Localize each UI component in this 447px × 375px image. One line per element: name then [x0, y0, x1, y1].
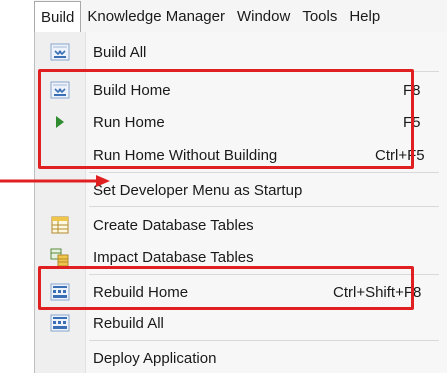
menu-separator: [89, 71, 439, 72]
menu-bar: Build Knowledge Manager Window Tools Hel…: [34, 0, 447, 33]
menu-item-shortcut: F5: [403, 113, 421, 131]
menu-item-build-home[interactable]: Build Home F8: [35, 73, 447, 107]
menu-item-deploy-application[interactable]: Deploy Application: [35, 341, 447, 375]
menu-item-run-home-without-building[interactable]: Run Home Without Building Ctrl+F5: [35, 138, 447, 172]
play-icon: [50, 112, 70, 132]
menu-window[interactable]: Window: [231, 0, 296, 32]
menu-item-rebuild-home[interactable]: Rebuild Home Ctrl+Shift+F8: [35, 275, 447, 309]
menu-item-label: Impact Database Tables: [93, 248, 254, 266]
menu-item-run-home[interactable]: Run Home F5: [35, 105, 447, 139]
menu-build[interactable]: Build: [34, 0, 82, 33]
menu-item-label: Rebuild All: [93, 314, 164, 332]
build-all-icon: [50, 42, 70, 62]
menu-item-label: Build Home: [93, 81, 171, 99]
menu-item-shortcut: Ctrl+Shift+F8: [333, 283, 422, 301]
menu-item-impact-database-tables[interactable]: Impact Database Tables: [35, 240, 447, 274]
impact-tables-icon: [50, 247, 70, 267]
menu-item-build-all[interactable]: Build All: [35, 35, 447, 69]
rebuild-all-icon: [50, 313, 70, 333]
menu-item-label: Run Home Without Building: [93, 146, 278, 164]
menu-item-label: Create Database Tables: [93, 216, 254, 234]
menu-item-create-database-tables[interactable]: Create Database Tables: [35, 208, 447, 242]
menu-item-label: Run Home: [93, 113, 165, 131]
create-tables-icon: [50, 215, 70, 235]
menu-item-rebuild-all[interactable]: Rebuild All: [35, 306, 447, 340]
build-home-icon: [50, 80, 70, 100]
rebuild-home-icon: [50, 282, 70, 302]
build-dropdown-menu: Build All Build Home F8 Run Home F5 Run …: [34, 32, 447, 373]
menu-item-shortcut: Ctrl+F5: [375, 146, 425, 164]
menu-item-label: Rebuild Home: [93, 283, 189, 301]
menu-knowledge-manager[interactable]: Knowledge Manager: [81, 0, 231, 32]
menu-item-label: Set Developer Menu as Startup: [93, 181, 303, 199]
menu-item-shortcut: F8: [403, 81, 421, 99]
menu-item-label: Build All: [93, 43, 147, 61]
menu-item-label: Deploy Application: [93, 349, 217, 367]
annotation-arrow-icon: [0, 175, 110, 187]
menu-tools[interactable]: Tools: [296, 0, 343, 32]
menu-separator: [89, 206, 439, 207]
menu-help[interactable]: Help: [343, 0, 386, 32]
